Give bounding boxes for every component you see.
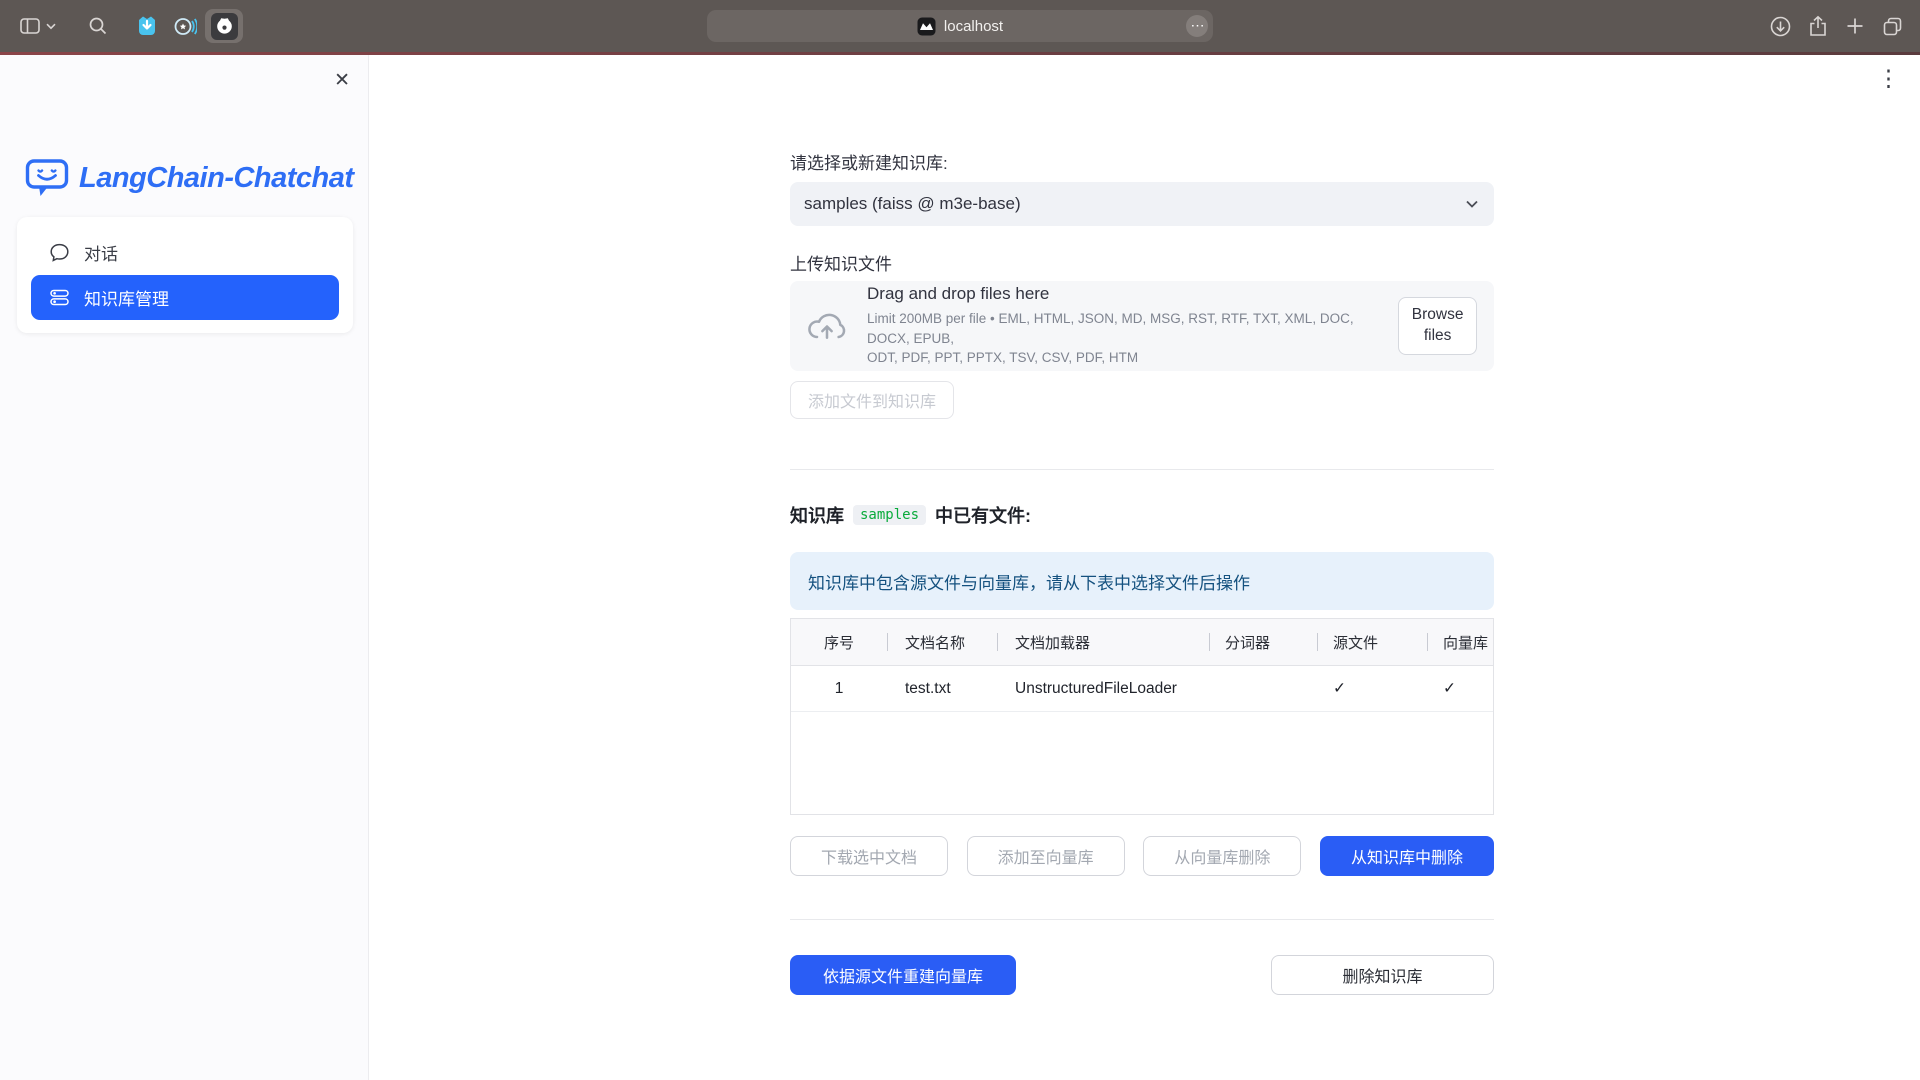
- kb-actions-row: 依据源文件重建向量库 删除知识库: [790, 955, 1494, 995]
- webpage: ⋮ ✕ LangChain-Chatchat: [0, 55, 1920, 1080]
- divider: [790, 919, 1494, 920]
- cloud-upload-icon: [807, 311, 847, 342]
- column-header[interactable]: 序号: [791, 619, 887, 665]
- files-section-heading: 知识库 samples 中已有文件:: [790, 502, 1494, 528]
- app-logo-text: LangChain-Chatchat: [79, 162, 354, 195]
- downloads-icon[interactable]: [1769, 15, 1792, 38]
- page-options-icon[interactable]: ⋯: [1186, 15, 1208, 37]
- table-row[interactable]: 1 test.txt UnstructuredFileLoader ✓ ✓: [791, 666, 1493, 712]
- delete-kb-button[interactable]: 删除知识库: [1271, 955, 1494, 995]
- kb-selectbox[interactable]: samples (faiss @ m3e-base): [790, 182, 1494, 226]
- download-selected-button[interactable]: 下载选中文档: [790, 836, 948, 876]
- sidebar-item-label: 知识库管理: [84, 285, 169, 310]
- info-message: 知识库中包含源文件与向量库，请从下表中选择文件后操作: [790, 552, 1494, 610]
- active-tab-pill[interactable]: [205, 9, 243, 43]
- cell-doc-loader: UnstructuredFileLoader: [997, 666, 1209, 711]
- dropzone-limit-text: Limit 200MB per file • EML, HTML, JSON, …: [867, 309, 1398, 368]
- chat-icon: [49, 242, 70, 263]
- browse-files-button[interactable]: Browse files: [1398, 297, 1477, 355]
- sidebar-toggle-icon[interactable]: [18, 14, 42, 38]
- url-text: localhost: [944, 18, 1003, 35]
- column-header[interactable]: 分词器: [1209, 619, 1317, 665]
- upload-section-label: 上传知识文件: [790, 250, 1494, 275]
- sidebar-item-dialogue[interactable]: 对话: [31, 230, 339, 275]
- tab-overview-icon[interactable]: [1881, 15, 1904, 38]
- pinned-tab-broadcast-icon[interactable]: [172, 14, 197, 39]
- files-table[interactable]: 序号 文档名称 文档加载器 分词器 源文件 向量库 1 test.txt Uns…: [790, 618, 1494, 815]
- column-header[interactable]: 文档名称: [887, 619, 997, 665]
- browser-toolbar: localhost ⋯: [0, 0, 1920, 52]
- sidebar-item-kb-management[interactable]: 知识库管理: [31, 275, 339, 320]
- chat-bubble-logo-icon: [25, 157, 70, 199]
- kb-selected-value: samples (faiss @ m3e-base): [804, 194, 1021, 214]
- cell-vector-store-check: ✓: [1427, 666, 1493, 711]
- streamlit-menu-icon[interactable]: ⋮: [1873, 63, 1904, 94]
- share-icon[interactable]: [1807, 14, 1829, 38]
- cell-doc-name: test.txt: [887, 666, 997, 711]
- rebuild-vector-store-button[interactable]: 依据源文件重建向量库: [790, 955, 1016, 995]
- files-table-header: 序号 文档名称 文档加载器 分词器 源文件 向量库: [791, 619, 1493, 666]
- column-header[interactable]: 向量库: [1427, 619, 1493, 665]
- new-tab-icon[interactable]: [1844, 15, 1866, 37]
- column-header[interactable]: 源文件: [1317, 619, 1427, 665]
- file-dropzone[interactable]: Drag and drop files here Limit 200MB per…: [790, 281, 1494, 371]
- url-bar[interactable]: localhost ⋯: [707, 10, 1213, 42]
- chevron-down-icon[interactable]: [45, 20, 57, 32]
- app-logo: LangChain-Chatchat: [25, 157, 354, 199]
- cell-index: 1: [791, 666, 887, 711]
- cell-source-file-check: ✓: [1317, 666, 1427, 711]
- delete-from-kb-button[interactable]: 从知识库中删除: [1320, 836, 1494, 876]
- kb-select-label: 请选择或新建知识库:: [790, 149, 1494, 174]
- remove-from-vector-store-button[interactable]: 从向量库删除: [1143, 836, 1301, 876]
- streamlit-favicon: [917, 17, 936, 36]
- pinned-tab-cat-icon[interactable]: [135, 14, 159, 38]
- sidebar-item-label: 对话: [84, 240, 118, 265]
- github-icon: [211, 13, 238, 40]
- sidebar-menu: 对话 知识库管理: [17, 217, 353, 333]
- dropzone-title: Drag and drop files here: [867, 284, 1398, 304]
- column-header[interactable]: 文档加载器: [997, 619, 1209, 665]
- sidebar-close-icon[interactable]: ✕: [334, 69, 350, 92]
- select-chevron-down-icon: [1464, 196, 1480, 212]
- kb-name-code: samples: [853, 505, 926, 525]
- add-to-vector-store-button[interactable]: 添加至向量库: [967, 836, 1125, 876]
- file-actions-row: 下载选中文档 添加至向量库 从向量库删除 从知识库中删除: [790, 836, 1494, 876]
- divider: [790, 469, 1494, 470]
- search-icon[interactable]: [87, 15, 109, 37]
- cell-splitter: [1209, 666, 1317, 711]
- main-content: 请选择或新建知识库: samples (faiss @ m3e-base) 上传…: [790, 55, 1494, 995]
- add-files-to-kb-button[interactable]: 添加文件到知识库: [790, 381, 954, 419]
- sidebar: ✕ LangChain-Chatchat 对话: [0, 55, 369, 1080]
- database-icon: [49, 287, 70, 308]
